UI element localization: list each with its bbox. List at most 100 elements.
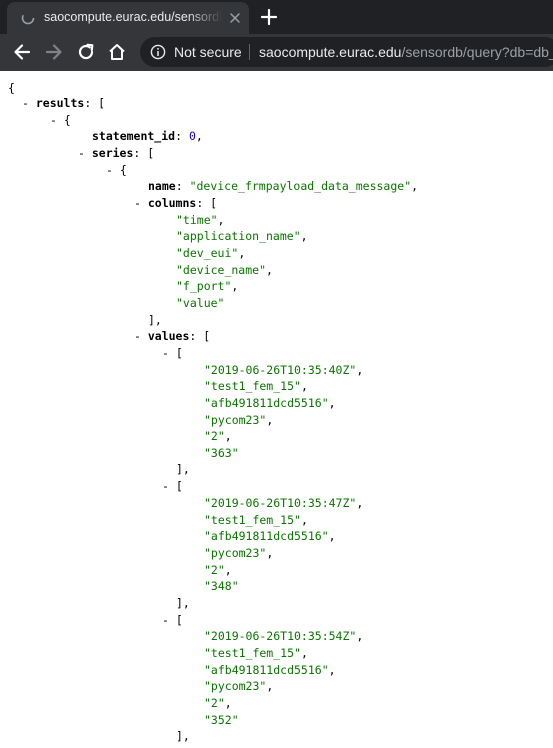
json-string: "2": [204, 563, 225, 577]
arrow-left-icon[interactable]: [12, 42, 32, 62]
json-column-item: "time",: [176, 213, 225, 227]
json-value-item: "363": [204, 445, 239, 462]
json-columns-close: ],: [148, 313, 162, 327]
json-string: "2019-06-26T10:35:40Z": [204, 363, 357, 377]
json-line-results: - results: [: [22, 96, 106, 110]
json-column-item: "value": [176, 295, 224, 312]
json-string: "test1_fem_15": [204, 513, 301, 527]
json-string: "2019-06-26T10:35:47Z": [204, 496, 357, 510]
json-line-series-object: - {: [106, 163, 127, 177]
json-string: "pycom23": [204, 413, 267, 427]
address-bar[interactable]: Not secure saocompute.eurac.edu/sensordb…: [140, 37, 553, 67]
json-string: "dev_eui": [176, 246, 239, 260]
collapse-toggle[interactable]: -: [162, 479, 176, 493]
json-key: series: [91, 146, 134, 160]
json-line-result-object: - {: [50, 113, 71, 127]
json-column-item: "f_port",: [176, 279, 239, 293]
json-column-item: "dev_eui",: [176, 246, 246, 260]
json-line-name: name: "device_frmpayload_data_message",: [148, 179, 419, 193]
json-string: "pycom23": [204, 679, 267, 693]
json-value-item: "352": [204, 712, 239, 729]
tab-title: saocompute.eurac.edu/sensordb: [44, 10, 222, 24]
url-text[interactable]: saocompute.eurac.edu/sensordb/query?db=d…: [259, 44, 553, 60]
json-root-open: {: [8, 81, 15, 95]
collapse-toggle[interactable]: -: [162, 613, 176, 627]
json-string: "363": [204, 446, 239, 460]
json-value-item: "test1_fem_15",: [204, 513, 308, 527]
json-number: 0: [188, 129, 196, 143]
arrow-right-icon[interactable]: [44, 42, 64, 62]
json-value-item: "2",: [204, 429, 232, 443]
collapse-toggle[interactable]: -: [22, 96, 36, 110]
omnibox-divider: [249, 44, 250, 60]
json-string: "afb491811dcd5516": [204, 663, 329, 677]
collapse-toggle[interactable]: -: [162, 346, 176, 360]
info-icon[interactable]: [150, 44, 166, 60]
home-icon[interactable]: [107, 42, 127, 62]
browser-tab[interactable]: saocompute.eurac.edu/sensordb: [7, 2, 249, 34]
json-viewer: { - results: [ - { statement_id: 0, - se…: [0, 71, 553, 748]
json-string: "afb491811dcd5516": [204, 529, 329, 543]
json-column-item: "device_name",: [176, 263, 273, 277]
tab-strip: saocompute.eurac.edu/sensordb: [0, 0, 553, 34]
json-key: results: [35, 96, 85, 110]
collapse-toggle[interactable]: -: [134, 329, 148, 343]
security-status-label[interactable]: Not secure: [174, 44, 242, 60]
json-value-item: "pycom23",: [204, 546, 274, 560]
json-string: "device_name": [176, 263, 267, 277]
json-key: name: [148, 179, 176, 193]
json-value-item: "test1_fem_15",: [204, 646, 308, 660]
json-key: values: [147, 329, 190, 343]
browser-toolbar: Not secure saocompute.eurac.edu/sensordb…: [0, 34, 553, 71]
json-value-item: "2019-06-26T10:35:47Z",: [204, 496, 364, 510]
json-string: "2": [204, 696, 225, 710]
json-line-values: - values: [: [134, 329, 211, 343]
json-key: statement_id: [92, 129, 176, 143]
json-string: "352": [204, 713, 239, 727]
json-string: "test1_fem_15": [204, 646, 301, 660]
browser-chrome: saocompute.eurac.edu/sensordb Not secure…: [0, 0, 553, 71]
url-host: saocompute.eurac.edu: [259, 44, 402, 60]
close-icon[interactable]: [228, 11, 242, 25]
json-key: columns: [147, 196, 197, 210]
json-line-columns: - columns: [: [134, 196, 218, 210]
json-column-item: "application_name",: [176, 229, 308, 243]
loading-globe-icon: [21, 11, 35, 25]
json-row-open: - [: [162, 479, 183, 493]
json-row-open: - [: [162, 613, 183, 627]
url-path: /sensordb/query?db=db_: [401, 44, 553, 60]
json-string: "f_port": [176, 279, 232, 293]
json-string: "2": [204, 429, 225, 443]
json-string: "pycom23": [204, 546, 267, 560]
json-row-close: ],: [176, 729, 190, 743]
json-string: "application_name": [176, 229, 301, 243]
json-value-item: "348": [204, 578, 239, 595]
json-value-item: "test1_fem_15",: [204, 379, 308, 393]
json-string: "test1_fem_15": [204, 379, 301, 393]
reload-icon[interactable]: [76, 42, 96, 62]
json-line-statement-id: statement_id: 0,: [92, 129, 203, 143]
collapse-toggle[interactable]: -: [50, 113, 64, 127]
json-value-item: "afb491811dcd5516",: [204, 396, 336, 410]
json-string: "2019-06-26T10:35:54Z": [204, 629, 357, 643]
json-string: "time": [176, 213, 218, 227]
json-value-item: "pycom23",: [204, 413, 274, 427]
json-value-item: "2",: [204, 563, 232, 577]
json-value-item: "2019-06-26T10:35:40Z",: [204, 363, 364, 377]
json-value-item: "afb491811dcd5516",: [204, 663, 336, 677]
plus-icon[interactable]: [257, 5, 281, 29]
json-line-series: - series: [: [78, 146, 155, 160]
json-value-item: "pycom23",: [204, 679, 274, 693]
json-value-item: "2",: [204, 696, 232, 710]
json-row-close: ],: [176, 462, 190, 476]
collapse-toggle[interactable]: -: [106, 163, 120, 177]
json-string: "value": [176, 296, 225, 310]
json-string: "afb491811dcd5516": [204, 396, 329, 410]
collapse-toggle[interactable]: -: [134, 196, 148, 210]
json-value-item: "afb491811dcd5516",: [204, 529, 336, 543]
json-string: "348": [204, 579, 239, 593]
json-string: "device_frmpayload_data_message": [189, 179, 412, 193]
json-value-item: "2019-06-26T10:35:54Z",: [204, 629, 364, 643]
collapse-toggle[interactable]: -: [78, 146, 92, 160]
json-row-open: - [: [162, 346, 183, 360]
